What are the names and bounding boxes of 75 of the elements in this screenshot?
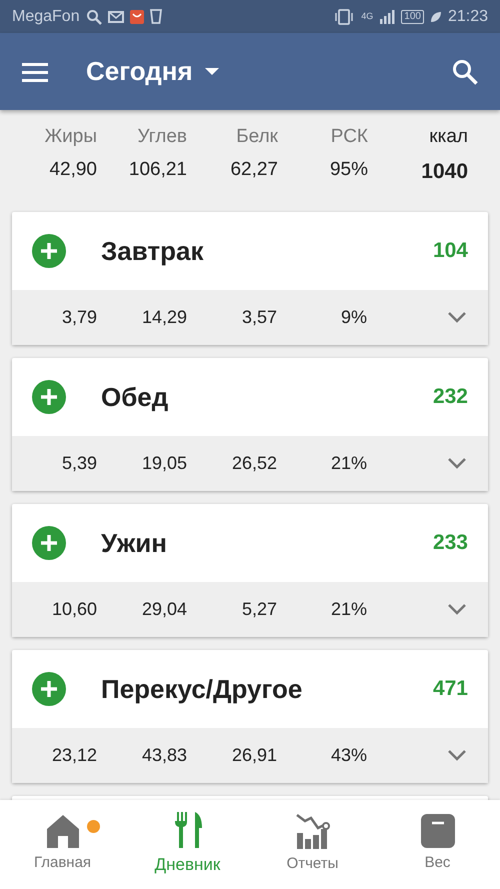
column-value: 106,21 — [128, 158, 187, 182]
meal-value: 23,12 — [50, 744, 97, 767]
network-type: 4G — [361, 10, 374, 23]
chevron-down-icon — [448, 312, 466, 323]
meal-name: Перекус/Другое — [101, 672, 304, 706]
add-button[interactable] — [32, 672, 66, 706]
nav-tab[interactable]: Дневник — [125, 800, 250, 889]
kcal-total: 1040 — [420, 158, 468, 184]
plus-icon — [32, 526, 66, 560]
menu-button[interactable] — [22, 62, 48, 82]
chart-icon — [296, 813, 330, 850]
clock-time: 21:23 — [448, 6, 488, 26]
chevron-down-icon — [448, 458, 466, 469]
meal-name: Обед — [101, 380, 170, 414]
meal-name: Ужин — [101, 526, 168, 560]
expand-button[interactable] — [448, 604, 466, 615]
column-label: РСК — [330, 125, 368, 149]
mail-icon — [108, 10, 124, 22]
nav-tab[interactable]: Вес — [375, 800, 500, 889]
meal-value: 29,04 — [140, 598, 187, 621]
meal-name: Завтрак — [101, 234, 204, 268]
column-label: Углев — [136, 125, 187, 149]
cup-icon — [150, 9, 162, 24]
chevron-down-icon — [448, 604, 466, 615]
meal-value: 5,39 — [60, 452, 97, 475]
meal-kcal: 471 — [432, 676, 468, 702]
meal-value: 19,05 — [140, 452, 187, 475]
search-icon — [86, 8, 102, 24]
meal-value: 3,57 — [240, 306, 277, 329]
add-button[interactable] — [32, 234, 66, 268]
caret-icon — [204, 68, 219, 76]
column-label: Белк — [235, 125, 278, 149]
plus-icon — [32, 234, 66, 268]
scale-icon — [420, 814, 454, 848]
title-dropdown[interactable]: Сегодня — [48, 52, 219, 91]
meal-value: 5,27 — [240, 598, 277, 621]
meal-value: 9% — [340, 306, 367, 329]
meal-value: 14,29 — [140, 306, 187, 329]
meal-value: 21% — [330, 452, 367, 475]
vibrate-icon — [333, 8, 356, 24]
meal-kcal: 233 — [432, 530, 468, 556]
fork-knife-icon — [172, 812, 202, 848]
meal-value: 3,79 — [60, 306, 97, 329]
plus-icon — [32, 672, 66, 706]
column-label: ккал — [428, 125, 468, 149]
house-icon — [46, 814, 80, 848]
carrier-name: MegaFon — [12, 6, 80, 26]
nav-tab[interactable]: Отчеты — [250, 800, 375, 889]
meal-kcal: 104 — [432, 238, 468, 264]
battery-level: 100 — [401, 10, 424, 24]
meal-value: 10,60 — [50, 598, 97, 621]
add-button[interactable] — [32, 380, 66, 414]
meal-value: 26,52 — [230, 452, 277, 475]
plus-icon — [32, 380, 66, 414]
signal-icon — [379, 9, 396, 24]
column-value: 95% — [328, 158, 368, 182]
menu-icon — [22, 62, 48, 82]
expand-button[interactable] — [448, 750, 466, 761]
search-icon — [452, 58, 478, 84]
expand-button[interactable] — [448, 312, 466, 323]
meal-value: 43,83 — [140, 744, 187, 767]
nav-tab[interactable]: Главная — [0, 800, 125, 889]
chevron-down-icon — [448, 750, 466, 761]
meal-value: 43% — [330, 744, 367, 767]
column-value: 62,27 — [229, 158, 278, 182]
leaf-icon — [430, 10, 442, 22]
search-button[interactable] — [452, 58, 478, 84]
column-label: Жиры — [44, 125, 97, 149]
app-icon — [130, 10, 144, 24]
meal-kcal: 232 — [432, 384, 468, 410]
meal-value: 26,91 — [230, 744, 277, 767]
meal-value: 21% — [330, 598, 367, 621]
expand-button[interactable] — [448, 458, 466, 469]
add-button[interactable] — [32, 526, 66, 560]
column-value: 42,90 — [48, 158, 97, 182]
